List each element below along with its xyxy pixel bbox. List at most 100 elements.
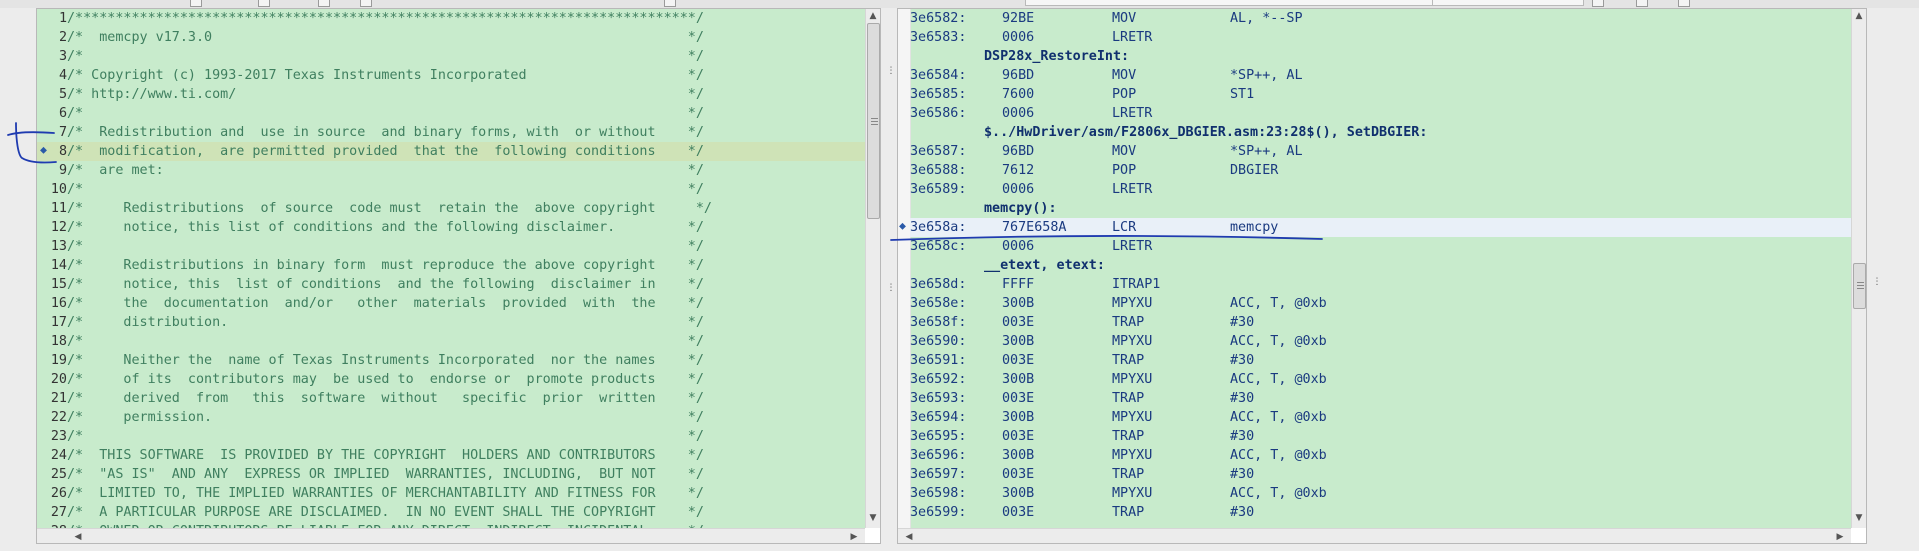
disassembly-instruction[interactable]: 3e6598: 300B MPYXU ACC, T, @0xb [910, 484, 1851, 503]
disassembly-instruction[interactable]: 3e6588: 7612 POP DBGIER [910, 161, 1851, 180]
source-line[interactable]: 10/* */ [37, 180, 865, 199]
scroll-right-arrow-icon[interactable]: ▶ [847, 532, 861, 542]
line-number: 13 [50, 239, 67, 254]
source-line[interactable]: 5/* http://www.ti.com/ */ [37, 85, 865, 104]
toolbar-fragment [664, 0, 676, 7]
source-code-text: /* */ [67, 106, 704, 121]
opcode: 300B [1002, 410, 1035, 425]
source-line[interactable]: 6/* */ [37, 104, 865, 123]
source-line[interactable]: 19/* Neither the name of Texas Instrumen… [37, 351, 865, 370]
source-line[interactable]: 9/* are met: */ [37, 161, 865, 180]
scroll-left-arrow-icon[interactable]: ◀ [71, 532, 85, 542]
scroll-up-arrow-icon[interactable]: ▲ [1852, 11, 1866, 21]
line-number: 1 [58, 11, 67, 26]
disassembly-instruction[interactable]: 3e658e: 300B MPYXU ACC, T, @0xb [910, 294, 1851, 313]
source-line[interactable]: 2/* memcpy v17.3.0 */ [37, 28, 865, 47]
splitter-grip-icon[interactable]: ⋮ [884, 66, 898, 76]
source-horizontal-scrollbar[interactable]: ◀ ▶ [37, 528, 865, 543]
mnemonic: MOV [1112, 68, 1137, 83]
source-line[interactable]: 26/* LIMITED TO, THE IMPLIED WARRANTIES … [37, 484, 865, 503]
label-text: __etext, etext: [984, 258, 1105, 273]
disassembly-instruction[interactable]: 3e6595: 003E TRAP #30 [910, 427, 1851, 446]
source-code-text: /* LIMITED TO, THE IMPLIED WARRANTIES OF… [67, 486, 704, 501]
source-line[interactable]: 21/* derived from this software without … [37, 389, 865, 408]
source-line[interactable]: 15/* notice, this list of conditions and… [37, 275, 865, 294]
disassembly-instruction[interactable]: 3e6593: 003E TRAP #30 [910, 389, 1851, 408]
disassembly-instruction[interactable]: 3e6584: 96BD MOV *SP++, AL [910, 66, 1851, 85]
disassembly-vertical-scrollbar[interactable]: ▲ ▼ [1851, 9, 1866, 528]
disassembly-label[interactable]: DSP28x_RestoreInt: [910, 47, 1851, 66]
scroll-down-arrow-icon[interactable]: ▼ [866, 513, 880, 523]
disassembly-instruction[interactable]: 3e6591: 003E TRAP #30 [910, 351, 1851, 370]
source-line[interactable]: 1/**************************************… [37, 9, 865, 28]
scroll-thumb[interactable] [867, 23, 880, 219]
source-editor-pane[interactable]: 1/**************************************… [36, 8, 881, 544]
splitter-grip-icon[interactable]: ⋮ [1870, 277, 1884, 287]
source-line[interactable]: 7/* Redistribution and use in source and… [37, 123, 865, 142]
source-line[interactable]: 8/* modification, are permitted provided… [37, 142, 865, 161]
line-number: 26 [50, 486, 67, 501]
disassembly-instruction[interactable]: 3e658d: FFFF ITRAP1 [910, 275, 1851, 294]
disassembly-instruction[interactable]: 3e6592: 300B MPYXU ACC, T, @0xb [910, 370, 1851, 389]
source-line[interactable]: 27/* A PARTICULAR PURPOSE ARE DISCLAIMED… [37, 503, 865, 522]
disassembly-label[interactable]: $../HwDriver/asm/F2806x_DBGIER.asm:23:28… [910, 123, 1851, 142]
source-line[interactable]: 25/* "AS IS" AND ANY EXPRESS OR IMPLIED … [37, 465, 865, 484]
line-number: 27 [50, 505, 67, 520]
source-line[interactable]: 18/* */ [37, 332, 865, 351]
opcode: 7600 [1002, 87, 1035, 102]
disassembly-instruction[interactable]: 3e658c: 0006 LRETR [910, 237, 1851, 256]
line-number: 3 [58, 49, 67, 64]
source-code-text: /* "AS IS" AND ANY EXPRESS OR IMPLIED WA… [67, 467, 704, 482]
disassembly-instruction[interactable]: 3e658a: 767E658A LCR memcpy [910, 218, 1851, 237]
disassembly-instruction[interactable]: 3e6589: 0006 LRETR [910, 180, 1851, 199]
source-vertical-scrollbar[interactable]: ▲ ▼ [865, 9, 880, 528]
source-line[interactable]: 23/* */ [37, 427, 865, 446]
disassembly-instruction[interactable]: 3e6587: 96BD MOV *SP++, AL [910, 142, 1851, 161]
scroll-thumb[interactable] [1853, 263, 1866, 309]
line-number: 7 [58, 125, 67, 140]
source-line[interactable]: 16/* the documentation and/or other mate… [37, 294, 865, 313]
source-line[interactable]: 11/* Redistributions of source code must… [37, 199, 865, 218]
source-line[interactable]: 3/* */ [37, 47, 865, 66]
source-line[interactable]: 12/* notice, this list of conditions and… [37, 218, 865, 237]
scroll-right-arrow-icon[interactable]: ▶ [1833, 532, 1847, 542]
disassembly-horizontal-scrollbar[interactable]: ◀ ▶ [898, 528, 1851, 543]
scroll-down-arrow-icon[interactable]: ▼ [1852, 513, 1866, 523]
disassembly-instruction[interactable]: 3e6594: 300B MPYXU ACC, T, @0xb [910, 408, 1851, 427]
opcode: 0006 [1002, 106, 1035, 121]
operands: *SP++, AL [1230, 68, 1303, 83]
source-line[interactable]: 4/* Copyright (c) 1993-2017 Texas Instru… [37, 66, 865, 85]
disassembly-instruction[interactable]: 3e6583: 0006 LRETR [910, 28, 1851, 47]
source-line[interactable]: 17/* distribution. */ [37, 313, 865, 332]
source-code-text: /***************************************… [67, 11, 704, 26]
disassembly-instruction[interactable]: 3e658f: 003E TRAP #30 [910, 313, 1851, 332]
disassembly-label[interactable]: memcpy(): [910, 199, 1851, 218]
line-number: 6 [58, 106, 67, 121]
disassembly-pane[interactable]: 3e6582: 92BE MOV AL, *--SP 3e6583: 0006 LRETR D… [897, 8, 1867, 544]
disassembly-instruction[interactable]: 3e6596: 300B MPYXU ACC, T, @0xb [910, 446, 1851, 465]
source-code-text: /* */ [67, 182, 704, 197]
disassembly-instruction[interactable]: 3e6582: 92BE MOV AL, *--SP [910, 9, 1851, 28]
source-line[interactable]: 14/* Redistributions in binary form must… [37, 256, 865, 275]
splitter-grip-icon[interactable]: ⋮ [884, 283, 898, 293]
source-line[interactable]: 13/* */ [37, 237, 865, 256]
disassembly-label[interactable]: __etext, etext: [910, 256, 1851, 275]
scroll-up-arrow-icon[interactable]: ▲ [866, 11, 880, 21]
source-line[interactable]: 22/* permission. */ [37, 408, 865, 427]
disassembly-instruction[interactable]: 3e6586: 0006 LRETR [910, 104, 1851, 123]
source-line[interactable]: 20/* of its contributors may be used to … [37, 370, 865, 389]
source-line[interactable]: 24/* THIS SOFTWARE IS PROVIDED BY THE CO… [37, 446, 865, 465]
mnemonic: MPYXU [1112, 448, 1153, 463]
line-number: 23 [50, 429, 67, 444]
source-code-text: /* derived from this software without sp… [67, 391, 704, 406]
source-editor-text[interactable]: 1/**************************************… [37, 9, 865, 528]
scroll-left-arrow-icon[interactable]: ◀ [902, 532, 916, 542]
disassembly-instruction[interactable]: 3e6597: 003E TRAP #30 [910, 465, 1851, 484]
disassembly-listing[interactable]: 3e6582: 92BE MOV AL, *--SP 3e6583: 0006 LRETR D… [898, 9, 1851, 528]
operands: ACC, T, @0xb [1230, 486, 1327, 501]
disassembly-instruction[interactable]: 3e6599: 003E TRAP #30 [910, 503, 1851, 522]
disassembly-instruction[interactable]: 3e6590: 300B MPYXU ACC, T, @0xb [910, 332, 1851, 351]
address: 3e6582: [910, 11, 967, 26]
disassembly-instruction[interactable]: 3e6585: 7600 POP ST1 [910, 85, 1851, 104]
mnemonic: MOV [1112, 11, 1137, 26]
